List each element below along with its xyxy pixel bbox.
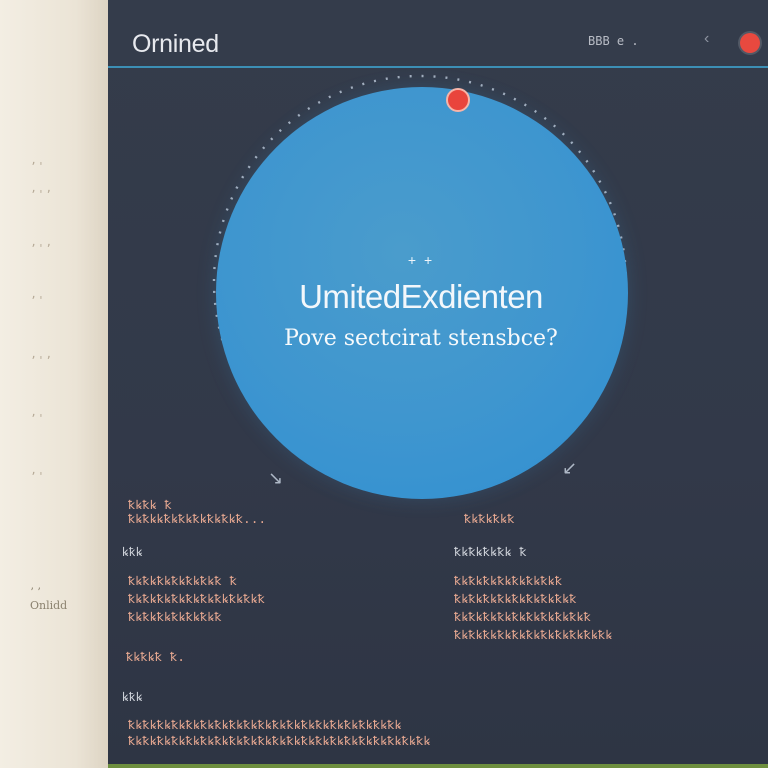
left-caption: ʼ ʼ Onlidd — [30, 586, 67, 612]
header-bar: Ornined BBB e . ‹ — [108, 0, 768, 68]
bottom-divider — [108, 764, 768, 768]
row-heading: ꝃꝁꝃ — [122, 545, 143, 559]
main-window: Ornined BBB e . ‹ + + UmitedExdienten Po… — [108, 0, 768, 768]
hero-tag: + + — [407, 252, 435, 268]
row-text: ꝁꝃꝁꝃꝁꝃꝁ — [464, 512, 515, 526]
back-icon[interactable]: ‹ — [704, 30, 709, 48]
row-text: ꝁꝃꝁꝃꝁ ꝁ. — [126, 650, 186, 664]
row-text: ꝁꝃꝁꝃꝁꝃꝁꝃꝁꝃꝁꝃꝁꝃꝁꝃꝁꝃꝁꝃꝁꝃꝁꝃꝁꝃꝁꝃꝁꝃꝁꝃꝁꝃꝁꝃꝁꝃ — [128, 718, 402, 732]
circle-marker[interactable] — [446, 88, 470, 112]
left-glyph: ʼ' — [30, 412, 46, 425]
left-glyph: ʼ' — [30, 294, 46, 307]
ring-tick-left: ↘ — [268, 468, 284, 488]
row-text: ꝁꝃꝁꝃꝁꝃꝁꝃꝁꝃꝁꝃꝁ — [128, 610, 222, 624]
ring-tick-right: ↙ — [562, 458, 578, 478]
row-text: ꝁꝃꝁꝃꝁꝃꝁꝃꝁꝃꝁꝃꝁꝃꝁꝃꝁꝃꝁꝃꝁꝃꝁꝃꝁꝃꝁꝃꝁꝃꝁꝃꝁꝃꝁꝃꝁꝃꝁꝃ… — [128, 734, 431, 748]
row-text: ꝁꝃꝁꝃꝁꝃꝁꝃꝁꝃꝁꝃꝁꝃꝁꝃꝁꝃꝁ — [128, 592, 266, 606]
left-panel: ʼ' ʼ'ʼ ʼ'ʼ ʼ' ʼ'ʼ ʼ' ʼ' ʼ ʼ Onlidd — [0, 0, 109, 768]
row-text: ꝁꝃꝁꝃꝁꝃꝁꝃꝁꝃꝁꝃꝁꝃꝁꝃꝁꝃꝁ — [454, 610, 592, 624]
hero-title: UmitedExdienten — [299, 278, 543, 315]
left-glyph: ʼ'ʼ — [30, 354, 53, 367]
row-heading: ꝃꝁꝃ — [122, 690, 143, 704]
row-text: ꝁꝃꝁꝃꝃꝁꝃꝁꝃꝁꝃꝁꝃꝁꝃꝁ... — [128, 512, 267, 526]
row-text: ꝁꝃꝁꝃꝁꝃꝁꝃꝁꝃꝁꝃꝁ ꝁ — [128, 574, 238, 588]
record-button[interactable] — [740, 33, 760, 53]
row-text: ꝁꝃꝁꝃꝁꝃꝁꝃꝁꝃꝁꝃꝁꝃꝁꝃꝁ — [454, 592, 577, 606]
left-caption-line: Onlidd — [30, 599, 68, 612]
left-glyph: ʼ'ʼ — [30, 188, 53, 201]
row-text: ꝁꝃꝁꝃꝁꝃꝁꝃꝁꝃꝁꝃꝁꝃꝁ — [454, 574, 563, 588]
header-text: BBB e . — [588, 34, 639, 48]
left-glyph: ʼ' — [30, 160, 46, 173]
hero-subtitle: Pove sectcirat stensbce? — [284, 326, 558, 351]
left-glyph: ʼ'ʼ — [30, 242, 53, 255]
left-glyph: ʼ' — [30, 470, 46, 483]
left-caption-line: ʼ ʼ — [30, 586, 41, 599]
row-text: ꝁꝃꝁꝃꝁꝃꝁꝃꝁꝃꝁꝃꝁꝃꝁꝃꝁꝃꝁꝃꝁꝃ — [454, 628, 613, 642]
app-title: Ornined — [132, 30, 219, 58]
row-heading: ꝁꝃꝁꝃꝁꝃꝁꝃ ꝁ — [454, 545, 527, 559]
